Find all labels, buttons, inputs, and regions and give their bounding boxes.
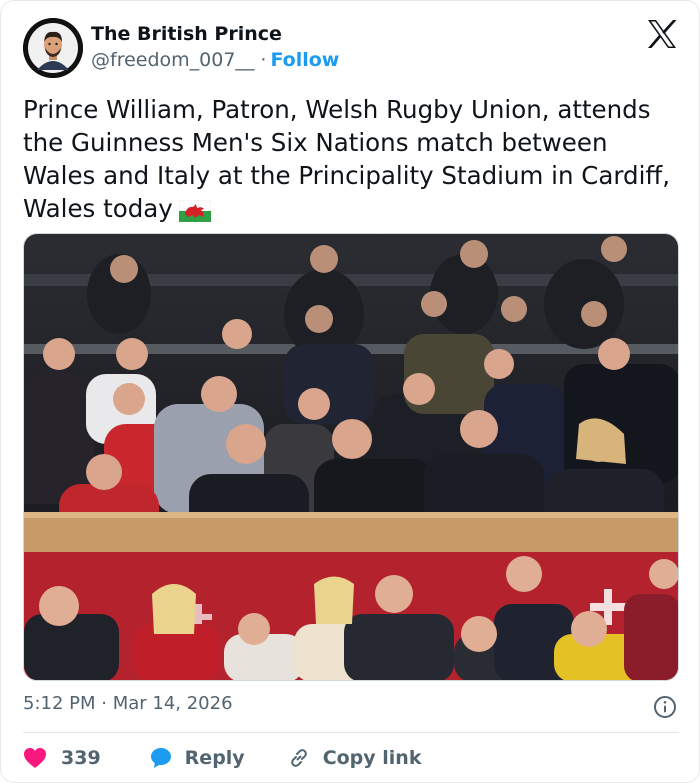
avatar[interactable]: [23, 18, 83, 78]
tweet-timestamp[interactable]: 5:12 PM · Mar 14, 2026: [23, 693, 233, 714]
author-display-name[interactable]: The British Prince: [91, 23, 282, 45]
handle-separator: ·: [260, 49, 267, 71]
tweet-photo[interactable]: [23, 233, 679, 681]
like-button[interactable]: 339: [23, 747, 101, 769]
like-count: 339: [61, 747, 101, 769]
reply-button[interactable]: Reply: [137, 746, 245, 770]
avatar-cartoon-man-icon: [23, 18, 83, 78]
follow-button[interactable]: Follow: [270, 49, 339, 71]
reply-label: Reply: [184, 747, 245, 769]
heart-icon: [23, 747, 47, 769]
x-logo-icon[interactable]: [646, 18, 678, 50]
tweet-body: Prince William, Patron, Welsh Rugby Unio…: [23, 95, 671, 223]
stadium-crowd-image: [24, 234, 678, 680]
action-bar: 339 Reply Copy link: [23, 743, 421, 773]
copy-link-button[interactable]: Copy link: [275, 746, 422, 770]
author-handle-row: @freedom_007__ · Follow: [91, 49, 339, 71]
welsh-flag-icon: [178, 197, 212, 230]
tweet-text: Prince William, Patron, Welsh Rugby Unio…: [23, 93, 683, 230]
speech-bubble-icon: [149, 746, 173, 770]
link-icon: [287, 746, 311, 770]
info-icon[interactable]: [653, 695, 677, 719]
tweet-card: The British Prince @freedom_007__ · Follow…: [0, 0, 700, 783]
copy-link-label: Copy link: [322, 747, 422, 769]
divider: [23, 732, 679, 733]
author-handle[interactable]: @freedom_007__: [91, 49, 254, 71]
